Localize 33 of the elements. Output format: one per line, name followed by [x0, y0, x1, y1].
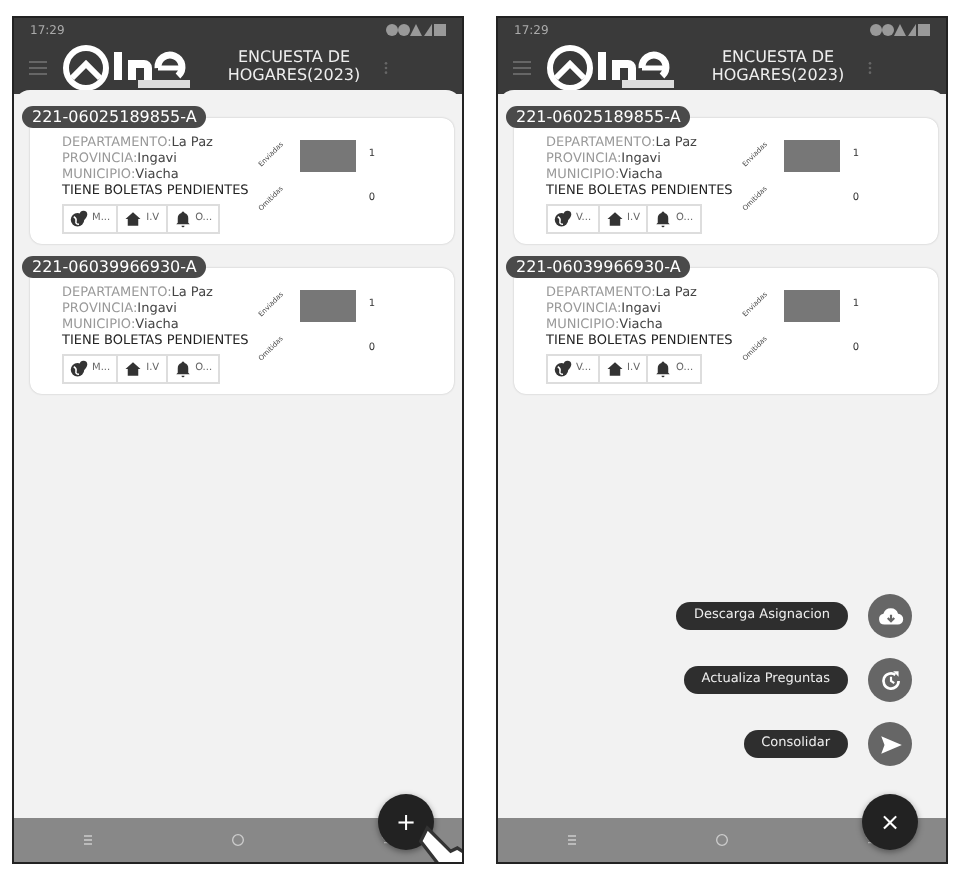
- status-icons-icon: [386, 24, 446, 36]
- count-bar: [300, 290, 357, 322]
- house-icon: [124, 360, 143, 378]
- code-tag: 221-06025189855-A: [22, 106, 207, 128]
- count-bar: [300, 140, 357, 172]
- bell-icon: [654, 210, 673, 228]
- home-icon: [713, 832, 730, 848]
- recent-apps-icon: [80, 832, 97, 848]
- bell-icon: [173, 210, 192, 228]
- globe-pin-icon: [70, 210, 88, 228]
- cloud-download-icon: [877, 603, 903, 629]
- house-icon: [605, 360, 624, 378]
- house-icon: [124, 210, 143, 228]
- house-icon: [605, 210, 624, 228]
- globe-pin-icon: [70, 360, 88, 378]
- menu-icon: [26, 56, 50, 80]
- refresh-icon: [877, 667, 903, 693]
- status-icons-icon: [870, 24, 930, 36]
- code-tag: 221-06039966930-A: [506, 256, 691, 278]
- bell-icon: [654, 360, 673, 378]
- home-icon: [229, 832, 246, 848]
- app-title: ENCUESTA DE HOGARES(2023): [225, 50, 363, 86]
- code-tag: 221-06025189855-A: [506, 106, 691, 128]
- globe-pin-icon: [554, 360, 572, 378]
- send-icon: [877, 731, 903, 757]
- code-tag: 221-06039966930-A: [22, 256, 207, 278]
- bell-icon: [173, 360, 192, 378]
- count-bar: [784, 140, 841, 172]
- count-bar: [784, 290, 841, 322]
- app-title: ENCUESTA DE HOGARES(2023): [709, 50, 847, 86]
- globe-pin-icon: [554, 210, 572, 228]
- menu-icon: [510, 56, 534, 80]
- recent-apps-icon: [564, 832, 581, 848]
